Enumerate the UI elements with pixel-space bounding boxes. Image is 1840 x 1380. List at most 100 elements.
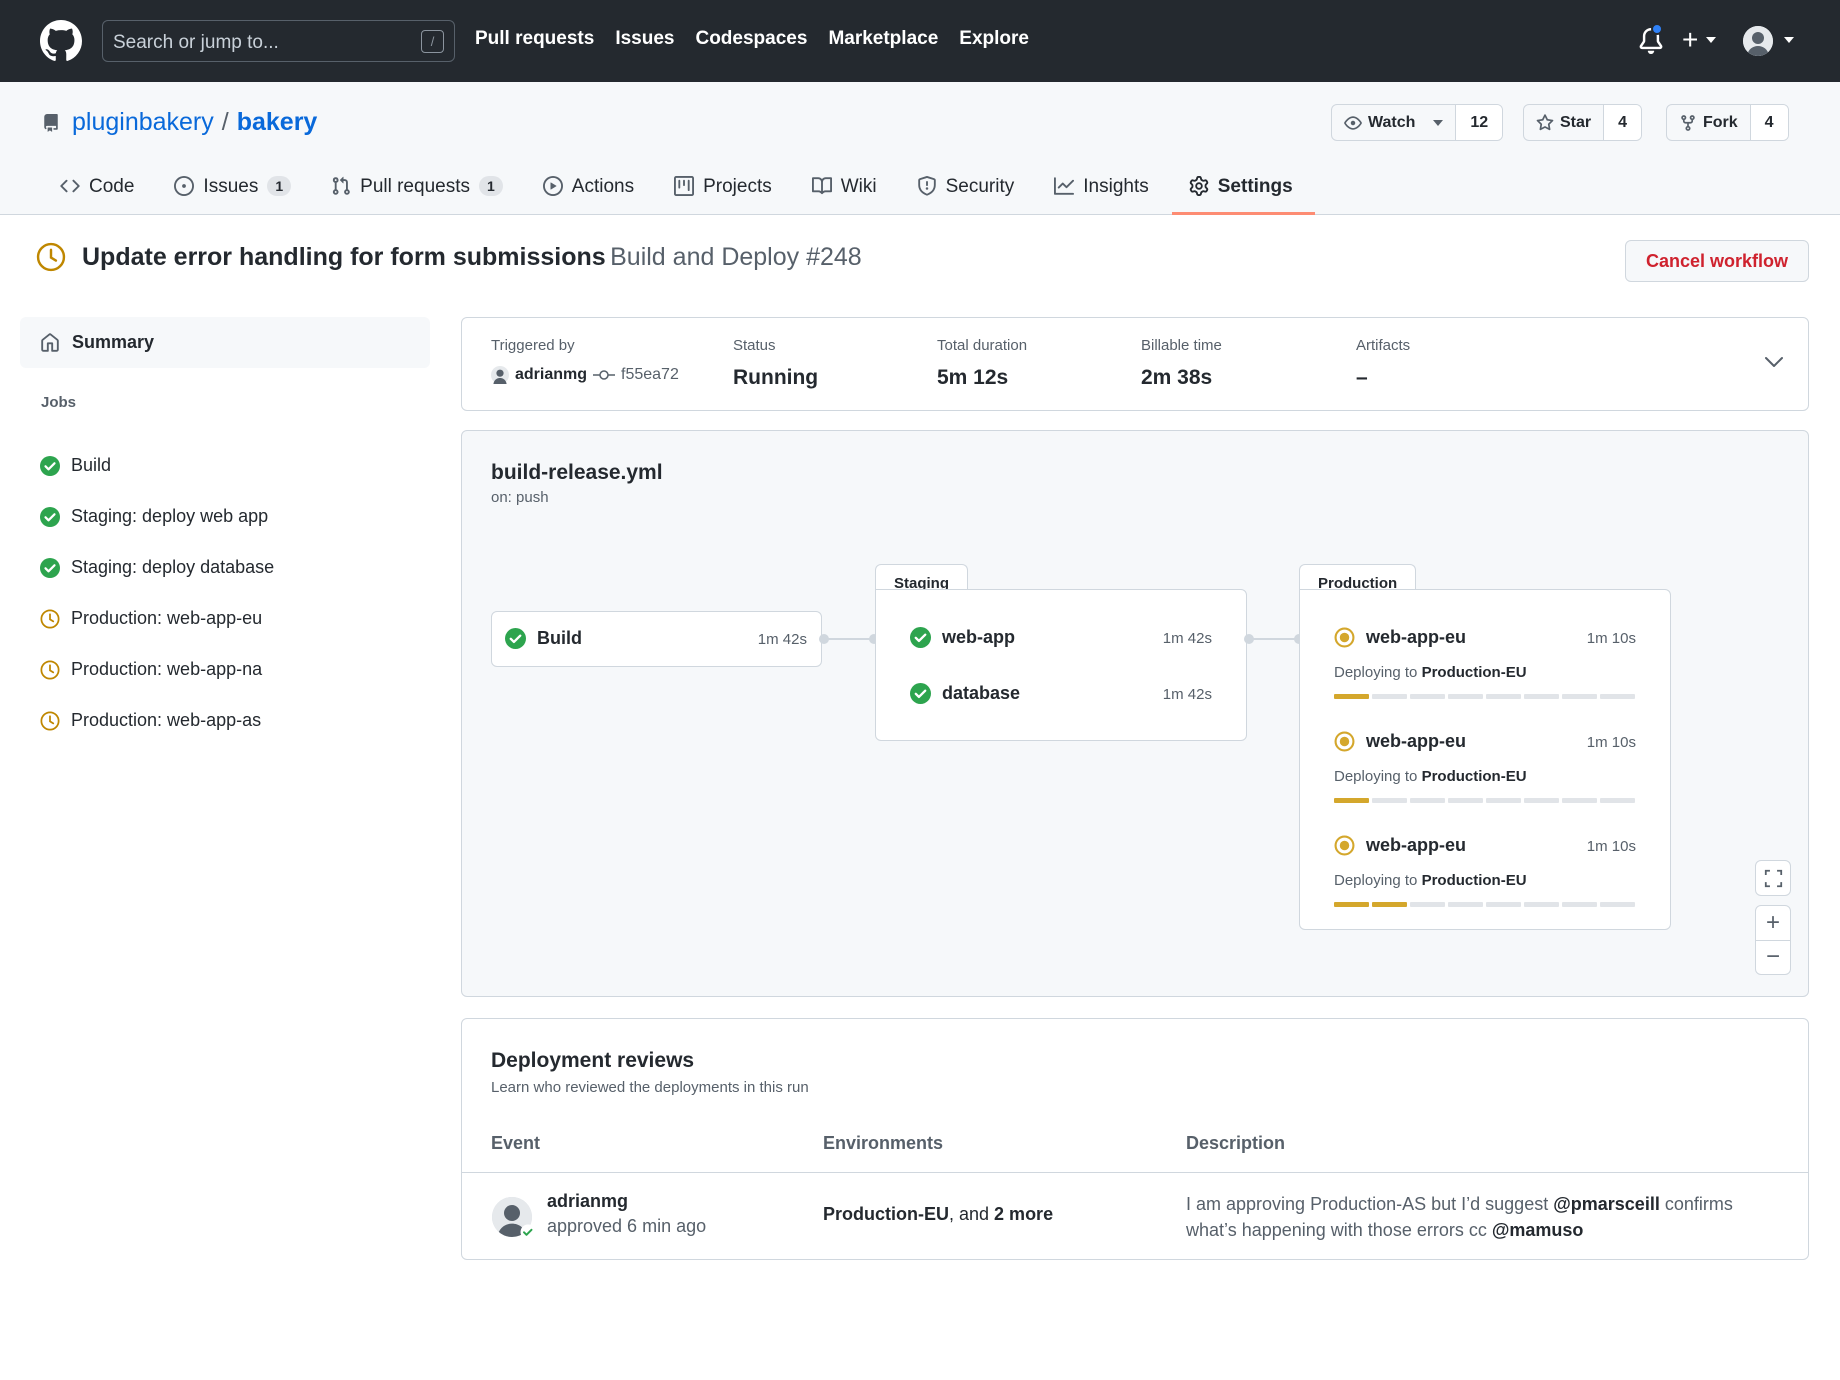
github-logo-icon[interactable] xyxy=(40,20,82,62)
fork-count[interactable]: 4 xyxy=(1749,105,1788,140)
star-count[interactable]: 4 xyxy=(1603,105,1642,140)
progress-segment xyxy=(1600,902,1635,907)
repo-name-link[interactable]: bakery xyxy=(237,108,318,136)
sidebar-job-staging-web-app[interactable]: Staging: deploy web app xyxy=(40,491,274,542)
job-node-label: web-app-eu xyxy=(1366,731,1467,751)
search-input[interactable]: Search or jump to... / xyxy=(102,20,455,62)
trigger-user-link[interactable]: adrianmg xyxy=(515,366,587,384)
mention-link[interactable]: @pmarsceill xyxy=(1553,1194,1660,1214)
sidebar-job-build[interactable]: Build xyxy=(40,440,274,491)
issues-count-badge: 1 xyxy=(267,176,292,196)
job-node-staging-database[interactable]: database xyxy=(910,683,1020,704)
progress-segment xyxy=(1486,902,1521,907)
tab-security[interactable]: Security xyxy=(917,168,1015,215)
progress-segment xyxy=(1486,798,1521,803)
tab-projects[interactable]: Projects xyxy=(674,168,772,215)
nav-marketplace[interactable]: Marketplace xyxy=(828,28,938,50)
deployment-reviews-subtitle: Learn who reviewed the deployments in th… xyxy=(491,1079,809,1096)
watch-button[interactable]: Watch xyxy=(1332,105,1455,140)
job-node-build[interactable]: Build 1m 42s xyxy=(491,611,822,667)
breadcrumb-separator: / xyxy=(221,108,229,136)
code-icon xyxy=(60,176,80,196)
billable-time-label: Billable time xyxy=(1141,337,1222,354)
more-environments-link[interactable]: 2 more xyxy=(994,1204,1053,1224)
connector-line xyxy=(824,638,874,640)
run-title: Update error handling for form submissio… xyxy=(82,242,606,271)
sidebar-job-production-eu[interactable]: Production: web-app-eu xyxy=(40,593,274,644)
sidebar-job-label: Staging: deploy web app xyxy=(71,506,269,526)
duration-column: Total duration 5m 12s xyxy=(937,337,1027,390)
nav-issues[interactable]: Issues xyxy=(615,28,674,50)
create-new-caret-icon[interactable] xyxy=(1706,37,1716,43)
repo-owner-link[interactable]: pluginbakery xyxy=(72,108,214,136)
avatar[interactable] xyxy=(1743,26,1773,56)
tab-pull-requests[interactable]: Pull requests 1 xyxy=(331,168,503,215)
tab-issues[interactable]: Issues 1 xyxy=(174,168,292,215)
check-circle-icon xyxy=(40,557,60,578)
chevron-down-icon[interactable] xyxy=(1764,356,1784,368)
star-label: Star xyxy=(1560,113,1592,131)
pull-requests-count-badge: 1 xyxy=(478,176,503,196)
zoom-in-button[interactable]: + xyxy=(1756,906,1790,941)
fullscreen-button[interactable] xyxy=(1755,860,1791,896)
artifacts-label: Artifacts xyxy=(1356,337,1411,354)
status-value: Running xyxy=(733,366,819,389)
status-label: Status xyxy=(733,337,776,354)
cancel-workflow-button[interactable]: Cancel workflow xyxy=(1625,240,1809,282)
tab-code[interactable]: Code xyxy=(60,168,134,215)
job-node-staging-web-app[interactable]: web-app xyxy=(910,627,1015,648)
reviewer-name-link[interactable]: adrianmg xyxy=(547,1191,628,1212)
fullscreen-icon xyxy=(1764,869,1783,888)
tab-pull-requests-label: Pull requests xyxy=(360,176,470,197)
tab-security-label: Security xyxy=(945,176,1015,197)
progress-bar xyxy=(1334,798,1635,803)
create-new-icon[interactable]: + xyxy=(1682,24,1698,56)
check-circle-icon xyxy=(40,455,60,476)
tab-settings-label: Settings xyxy=(1217,176,1293,197)
environment-name: Production-EU xyxy=(1421,664,1527,681)
avatar xyxy=(491,366,509,384)
environment-link[interactable]: Production-EU xyxy=(823,1204,949,1224)
star-button[interactable]: Star xyxy=(1524,105,1603,140)
sidebar-job-production-na[interactable]: Production: web-app-na xyxy=(40,644,274,695)
fork-button[interactable]: Fork xyxy=(1667,105,1750,140)
clock-icon xyxy=(36,242,66,272)
job-duration: 1m 42s xyxy=(1162,630,1212,647)
nav-explore[interactable]: Explore xyxy=(959,28,1029,50)
progress-segment xyxy=(1410,694,1445,699)
tab-wiki[interactable]: Wiki xyxy=(811,168,877,215)
check-circle-icon xyxy=(910,627,931,648)
tab-projects-label: Projects xyxy=(703,176,772,197)
tab-insights-label: Insights xyxy=(1083,176,1149,197)
tab-settings[interactable]: Settings xyxy=(1171,168,1315,215)
sidebar-job-staging-database[interactable]: Staging: deploy database xyxy=(40,542,274,593)
in-progress-icon xyxy=(1334,731,1355,752)
global-nav: Pull requests Issues Codespaces Marketpl… xyxy=(475,28,1029,50)
production-group: web-app-eu 1m 10s Deploying to Productio… xyxy=(1299,589,1671,930)
job-duration: 1m 42s xyxy=(1162,686,1212,703)
progress-bar xyxy=(1334,902,1635,907)
tab-insights[interactable]: Insights xyxy=(1054,168,1149,215)
mention-link[interactable]: @mamuso xyxy=(1492,1220,1584,1240)
nav-pull-requests[interactable]: Pull requests xyxy=(475,28,594,50)
table-divider xyxy=(462,1172,1808,1173)
user-menu-caret-icon[interactable] xyxy=(1784,37,1794,43)
triggered-by: Triggered by adrianmg f55ea72 xyxy=(491,337,679,384)
zoom-out-button[interactable]: − xyxy=(1756,941,1790,975)
tab-actions[interactable]: Actions xyxy=(542,168,634,215)
total-duration-value: 5m 12s xyxy=(937,366,1009,389)
nav-codespaces[interactable]: Codespaces xyxy=(695,28,807,50)
job-duration: 1m 42s xyxy=(757,631,807,648)
issue-icon xyxy=(174,176,195,196)
repo-tabs: Code Issues 1 Pull requests 1 Actions Pr… xyxy=(60,168,1333,215)
progress-segment xyxy=(1562,902,1597,907)
commit-sha-link[interactable]: f55ea72 xyxy=(621,366,679,384)
watch-count[interactable]: 12 xyxy=(1455,105,1503,140)
sidebar-item-summary[interactable]: Summary xyxy=(20,317,430,368)
progress-segment xyxy=(1486,694,1521,699)
progress-segment xyxy=(1562,798,1597,803)
artifacts-value: – xyxy=(1356,366,1368,389)
sidebar-job-production-as[interactable]: Production: web-app-as xyxy=(40,695,274,746)
repo-header: pluginbakery / bakery Watch 12 Star 4 Fork… xyxy=(0,82,1840,215)
progress-segment xyxy=(1448,694,1483,699)
